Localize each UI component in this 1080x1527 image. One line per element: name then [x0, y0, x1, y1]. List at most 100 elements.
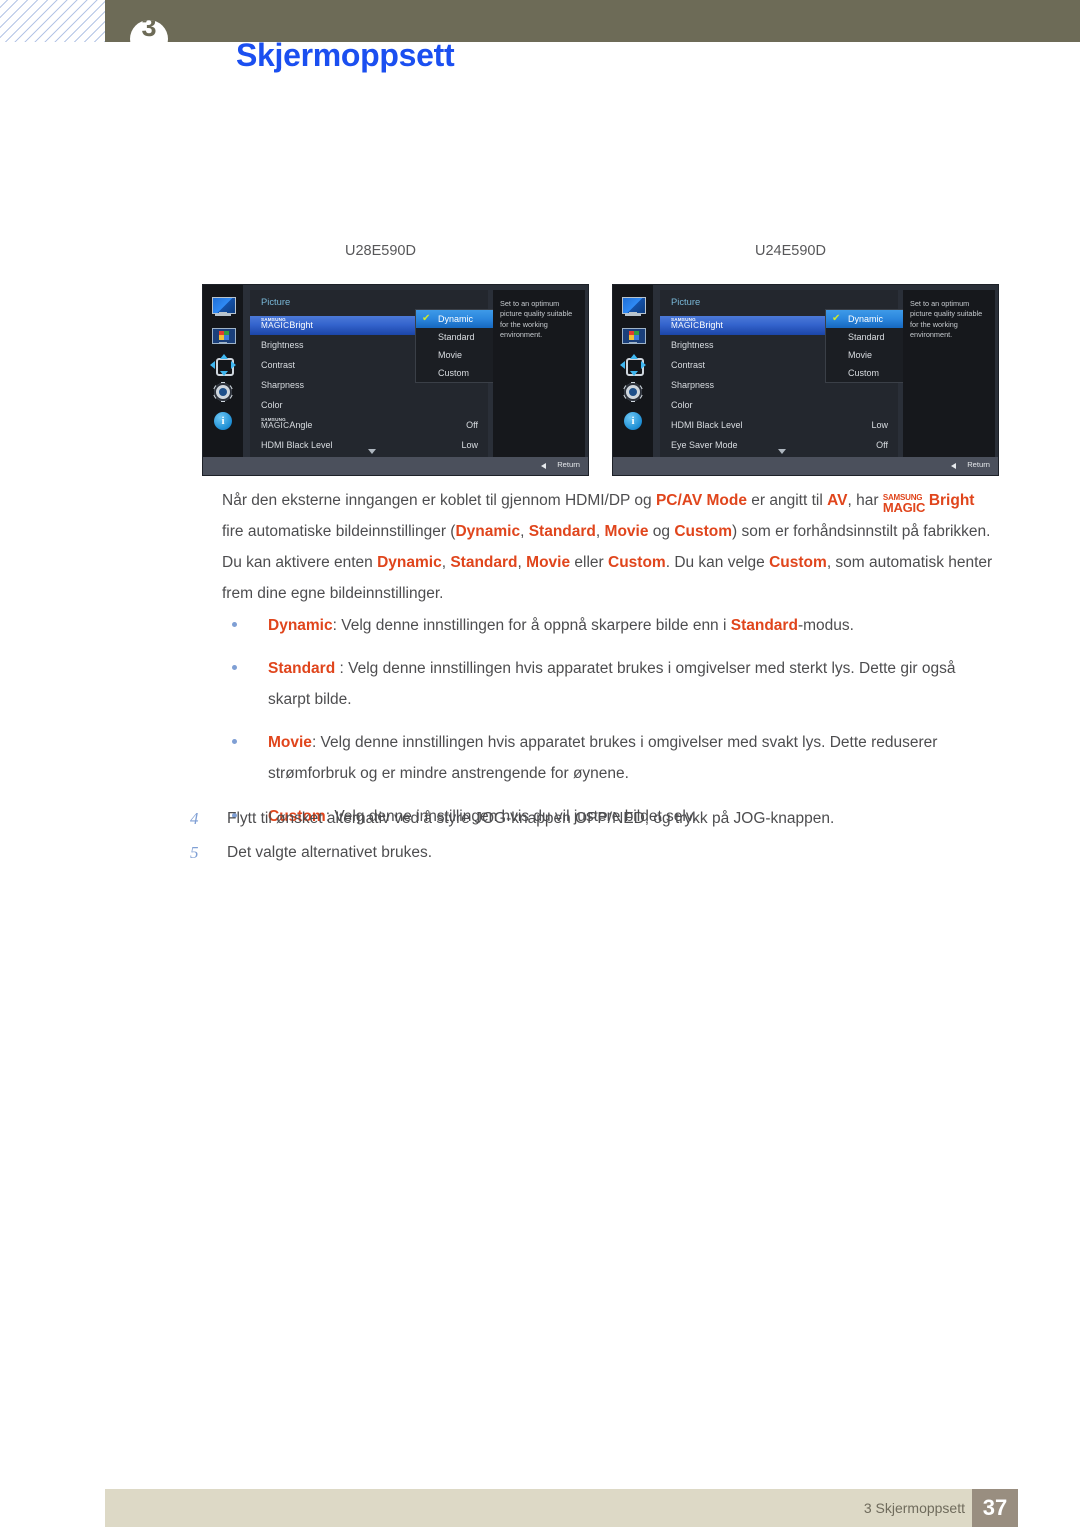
intro-paragraph: Når den eksterne inngangen er koblet til…	[222, 485, 1000, 609]
osd-row-label: HDMI Black Level	[671, 420, 743, 430]
samsung-magic-logo: SAMSUNG MAGIC	[883, 491, 929, 515]
osd-footer-bar: Return	[613, 457, 998, 475]
para-text: , har	[847, 492, 883, 509]
para-highlight: Movie	[526, 554, 571, 571]
osd-return-label[interactable]: Return	[557, 460, 580, 469]
osd-row-label: Bright	[699, 320, 723, 330]
bullet-icon	[232, 665, 237, 670]
bullet-text-2: -modus.	[797, 617, 854, 634]
step-text: Flytt til ønsket alternativ ved å styre …	[227, 810, 835, 827]
osd-row-magicangle[interactable]: SAMSUNG MAGICAngle Off	[250, 416, 488, 435]
header-hatch-decoration	[0, 0, 105, 42]
return-arrow-icon	[951, 463, 956, 469]
check-icon: ✔	[422, 313, 431, 324]
bullet-term: Dynamic	[268, 617, 333, 634]
para-text: eller	[570, 554, 608, 571]
bullet-icon	[232, 739, 237, 744]
chapter-badge: 3	[130, 20, 168, 58]
osd-row-label: Brightness	[261, 340, 304, 350]
monitor-icon[interactable]	[621, 297, 646, 317]
osd-screenshot-u28e590d: i Picture SAMSUNG MAGICBright Brightness …	[203, 285, 588, 475]
osd-dropdown-label: Dynamic	[848, 314, 884, 324]
osd-return-label[interactable]: Return	[967, 460, 990, 469]
numbered-steps: 4 Flytt til ønsket alternativ ved å styr…	[190, 802, 1000, 870]
bullet-text: : Velg denne innstillingen for å oppnå s…	[332, 617, 731, 634]
chevron-down-icon[interactable]	[368, 449, 376, 454]
gear-icon[interactable]	[621, 382, 645, 403]
para-highlight: Standard	[450, 554, 518, 571]
para-text: ,	[520, 523, 529, 540]
osd-dropdown-label: Movie	[438, 350, 463, 360]
osd-section-title: Picture	[261, 296, 291, 307]
osd-row-label: Contrast	[671, 360, 706, 370]
para-highlight: Dynamic	[377, 554, 442, 571]
para-text: og	[648, 523, 675, 540]
para-highlight: Standard	[528, 523, 596, 540]
osd-row-value: Off	[876, 440, 888, 450]
osd-dropdown-label: Movie	[848, 350, 873, 360]
osd-row-label: Color	[671, 400, 693, 410]
osd-tip-panel: Set to an optimum picture quality suitab…	[493, 290, 585, 457]
para-highlight: AV	[827, 492, 848, 509]
picture-icon[interactable]	[211, 327, 236, 347]
osd-row-value: Low	[871, 420, 888, 430]
osd-row-color[interactable]: Color	[660, 396, 898, 415]
osd-menu-panel: Picture SAMSUNG MAGICBright Brightness Co…	[250, 290, 535, 457]
samsung-magic-main: MAGIC	[882, 500, 926, 515]
osd-dropdown-label: Custom	[848, 368, 880, 378]
bullet-icon	[232, 622, 237, 627]
para-highlight: Custom	[608, 554, 666, 571]
monitor-icon[interactable]	[211, 297, 236, 317]
para-text: Når den eksterne inngangen er koblet til…	[222, 492, 656, 509]
osd-row-label: Sharpness	[261, 380, 305, 390]
osd-section-title: Picture	[671, 296, 701, 307]
osd-row-label: Angle	[289, 420, 313, 430]
bullet-term: Movie	[268, 734, 312, 751]
picture-icon[interactable]	[621, 327, 646, 347]
para-highlight: Bright	[928, 492, 975, 509]
chevron-down-icon[interactable]	[778, 449, 786, 454]
list-item: Movie: Velg denne innstillingen hvis app…	[222, 727, 1000, 789]
dpad-icon[interactable]	[210, 354, 236, 376]
gear-icon[interactable]	[211, 382, 235, 403]
osd-icon-column: i	[203, 285, 243, 457]
list-item: 5 Det valgte alternativet brukes.	[190, 836, 1000, 870]
para-text: fire automatiske bildeinnstillinger (	[222, 523, 456, 540]
check-icon: ✔	[832, 313, 841, 324]
para-highlight: PC/AV Mode	[655, 492, 747, 509]
step-number: 4	[190, 809, 199, 828]
para-highlight: Custom	[769, 554, 827, 571]
osd-dropdown-label: Custom	[438, 368, 470, 378]
osd-dropdown-label: Standard	[438, 332, 475, 342]
header-bar	[105, 0, 1080, 42]
footer-page-box: 37	[972, 1489, 1018, 1527]
osd-row-value: Low	[461, 440, 478, 450]
osd-magic-sup: SAMSUNG	[671, 317, 696, 322]
info-icon[interactable]: i	[621, 412, 645, 432]
figure-label-left: U28E590D	[345, 243, 416, 259]
osd-dropdown-label: Dynamic	[438, 314, 474, 324]
para-text: ,	[595, 523, 605, 540]
para-highlight: Custom	[674, 523, 733, 540]
osd-magic-sup: SAMSUNG	[261, 317, 286, 322]
para-text: ,	[517, 554, 527, 571]
footer-chapter-label: 3 Skjermoppsett	[863, 1500, 965, 1516]
osd-footer-bar: Return	[203, 457, 588, 475]
osd-row-hdmi-black-level[interactable]: HDMI Black Level Low	[660, 416, 898, 435]
info-icon[interactable]: i	[211, 412, 235, 432]
osd-screenshot-u24e590d: i Picture SAMSUNG MAGICBright Brightness …	[613, 285, 998, 475]
list-item: 4 Flytt til ønsket alternativ ved å styr…	[190, 802, 1000, 836]
bullet-term-2: Standard	[730, 617, 798, 634]
list-item: Dynamic: Velg denne innstillingen for å …	[222, 610, 1000, 641]
step-text: Det valgte alternativet brukes.	[227, 844, 433, 861]
osd-magic-sup: SAMSUNG	[261, 417, 286, 422]
osd-row-label: Bright	[289, 320, 313, 330]
bullet-text: : Velg denne innstillingen hvis apparate…	[268, 734, 938, 782]
osd-row-label: Contrast	[261, 360, 296, 370]
osd-row-label: HDMI Black Level	[261, 440, 333, 450]
dpad-icon[interactable]	[620, 354, 646, 376]
osd-dropdown-label: Standard	[848, 332, 885, 342]
para-highlight: Dynamic	[455, 523, 521, 540]
osd-tip-panel: Set to an optimum picture quality suitab…	[903, 290, 995, 457]
para-highlight: Movie	[604, 523, 649, 540]
